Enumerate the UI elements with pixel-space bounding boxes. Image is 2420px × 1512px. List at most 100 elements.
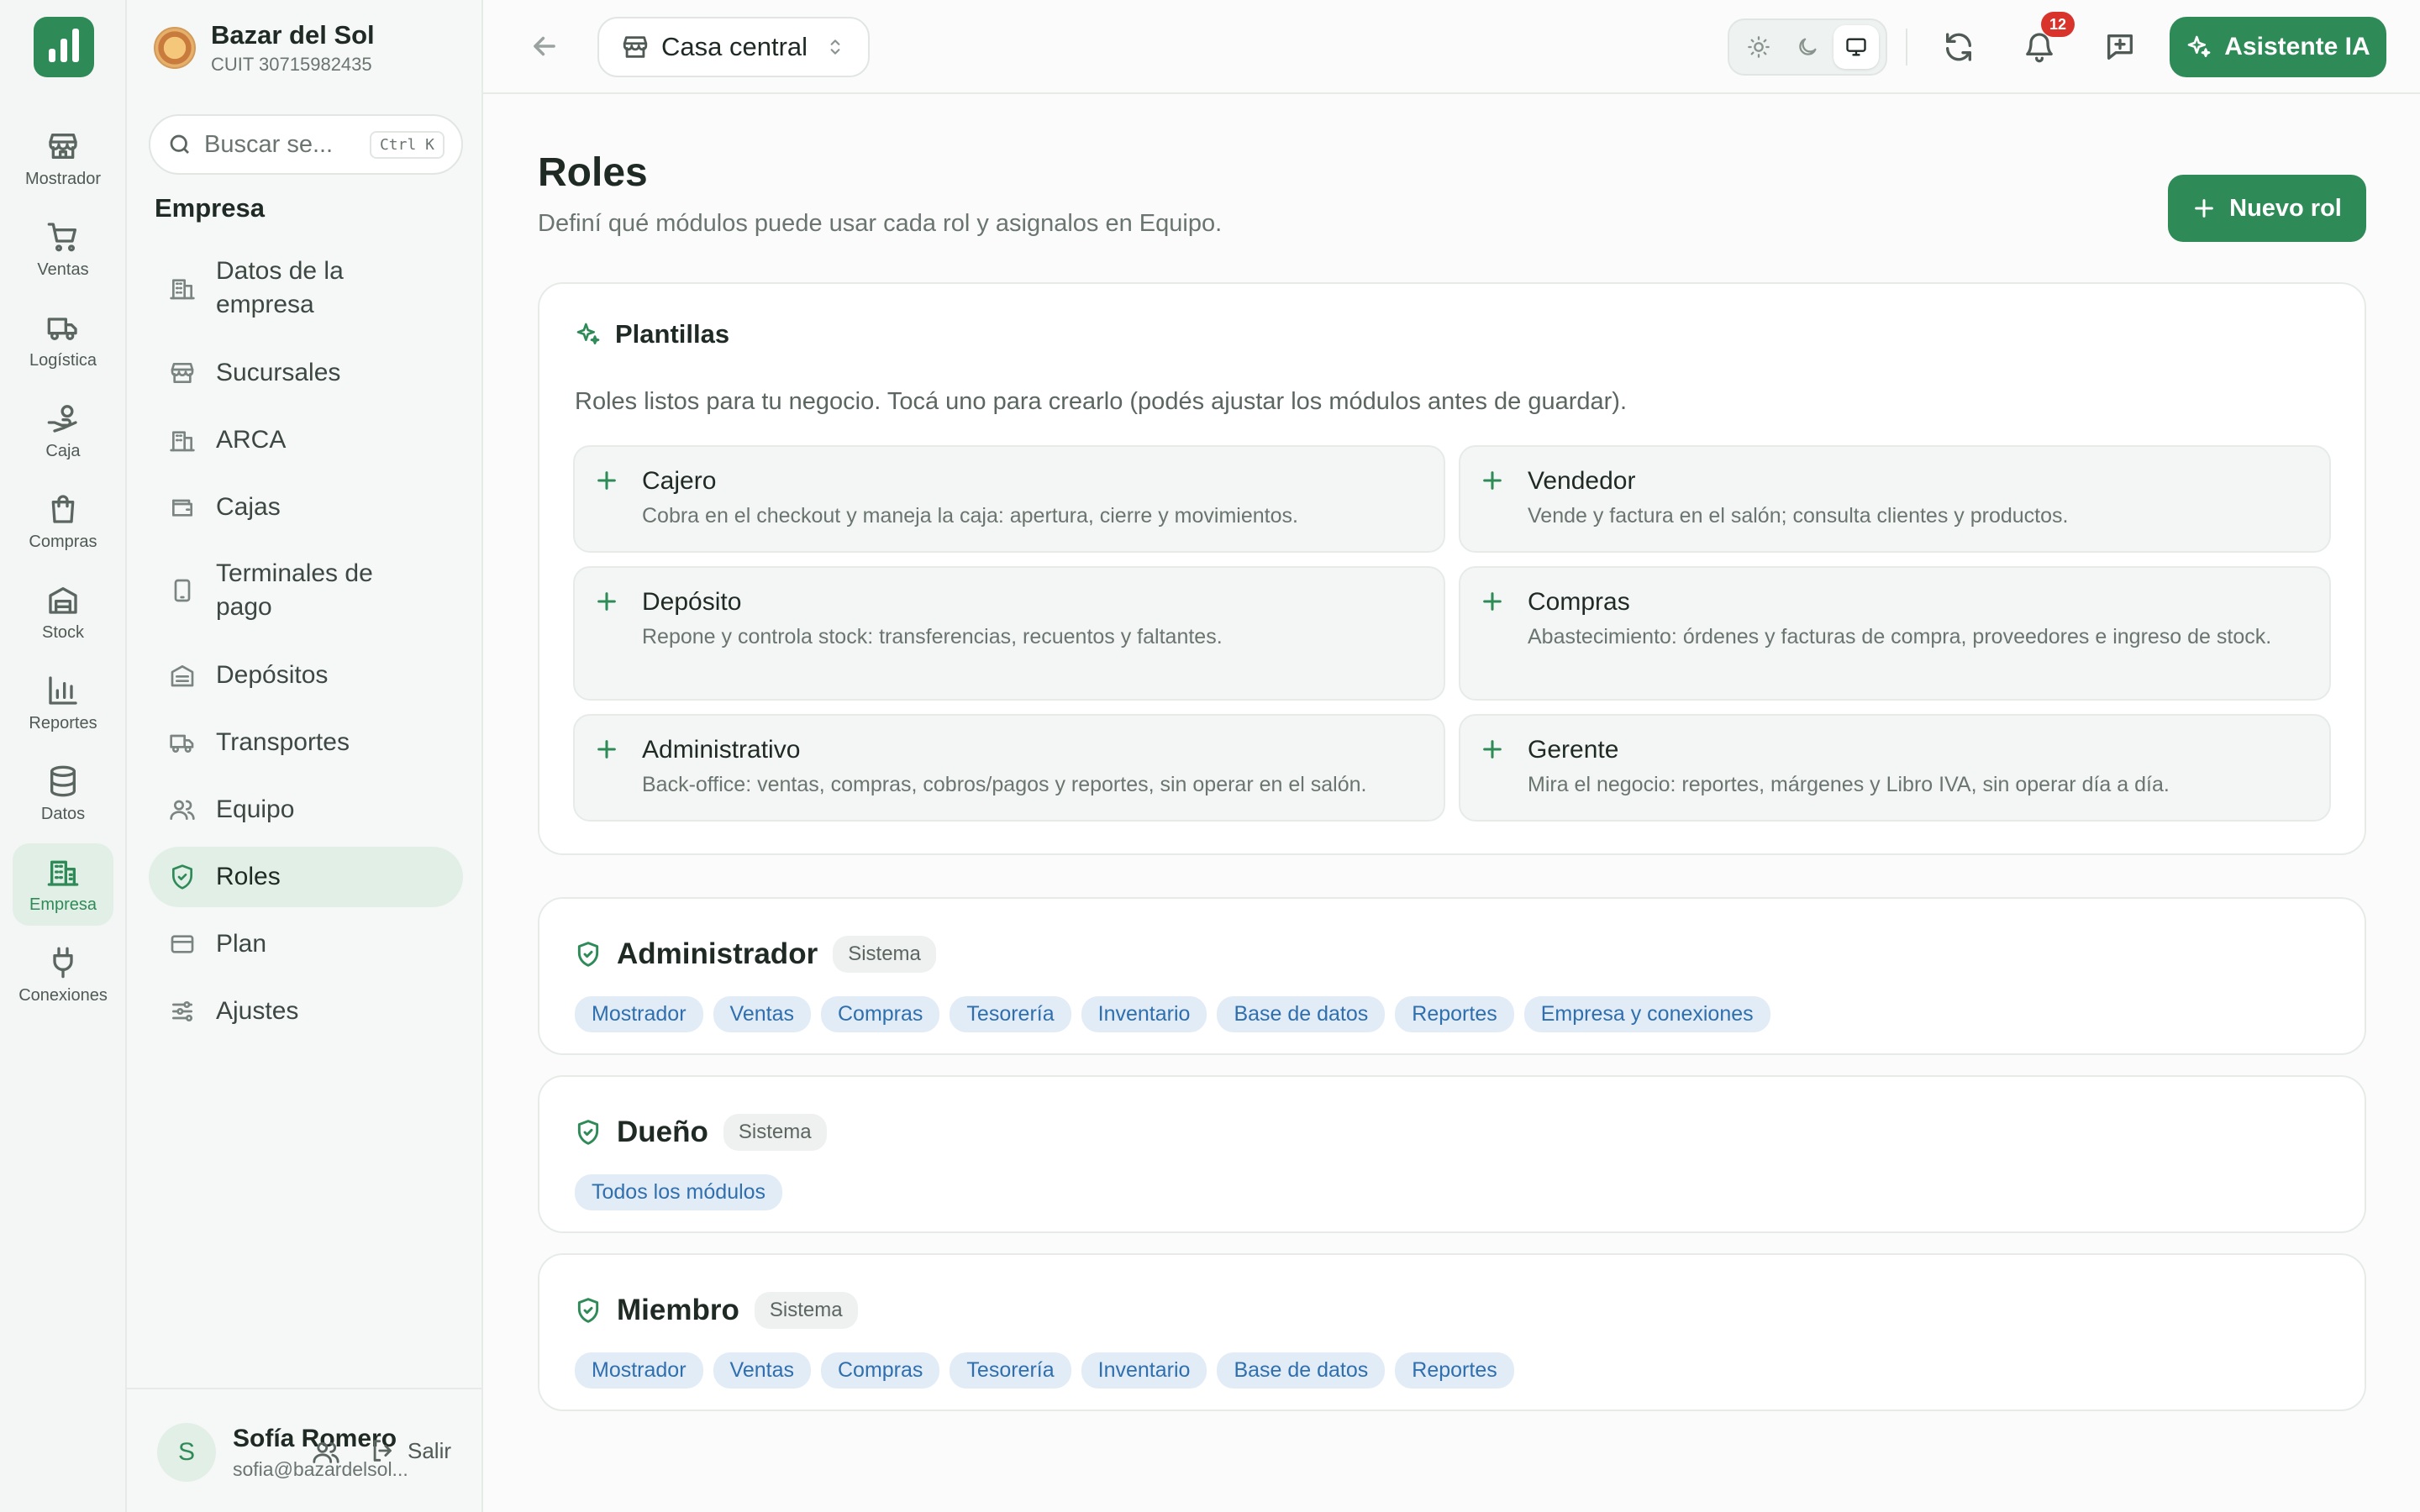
arrow-left-icon: [534, 36, 555, 56]
sidebar-item-roles[interactable]: Roles: [149, 847, 463, 907]
users-icon: [313, 1441, 339, 1463]
shield-check-icon: [577, 942, 599, 967]
system-badge: Sistema: [754, 1292, 858, 1329]
plug-icon: [53, 947, 73, 978]
template-description: Abastecimiento: órdenes y facturas de co…: [1528, 625, 2272, 648]
sidebar-item-label: Cajas: [216, 493, 281, 521]
building-icon: [47, 860, 79, 886]
ai-assistant-label: Asistente IA: [2224, 33, 2370, 60]
switch-user-button[interactable]: [312, 1438, 340, 1471]
new-role-button[interactable]: Nuevo rol: [2168, 175, 2366, 242]
back-button[interactable]: [529, 30, 560, 66]
sidebar-item-terminales[interactable]: Terminales de pago: [149, 554, 463, 627]
module-chip: Reportes: [1395, 1352, 1514, 1389]
truck-icon: [47, 317, 77, 340]
brand-name: Bazar del Sol: [211, 20, 375, 50]
notifications-badge: 12: [2041, 12, 2075, 37]
refresh-button[interactable]: [1942, 30, 1975, 68]
avatar[interactable]: S: [157, 1423, 216, 1482]
sidebar-item-plan[interactable]: Plan: [149, 914, 463, 974]
template-compras[interactable]: Compras Abastecimiento: órdenes y factur…: [1459, 566, 2331, 701]
rail-item-empresa[interactable]: Empresa: [13, 843, 113, 926]
role-card-miembro[interactable]: Miembro Sistema Mostrador Ventas Compras…: [538, 1253, 2366, 1411]
brand-cuit: CUIT 30715982435: [211, 54, 372, 75]
new-role-label: Nuevo rol: [2229, 194, 2342, 222]
chevrons-up-down-icon: [830, 39, 840, 55]
theme-system-button[interactable]: [1833, 25, 1879, 69]
module-chip: Base de datos: [1217, 1352, 1386, 1389]
page-title: Roles: [538, 150, 648, 195]
moon-icon: [1799, 38, 1817, 55]
sidebar-item-label: Roles: [216, 863, 281, 890]
module-chip: Inventario: [1081, 1352, 1207, 1389]
role-card-dueno[interactable]: Dueño Sistema Todos los módulos: [538, 1075, 2366, 1233]
rail-item-reportes[interactable]: Reportes: [13, 662, 113, 744]
warehouse-icon: [49, 586, 77, 614]
sidebar-item-label: Sucursales: [216, 359, 341, 386]
template-description: Back-office: ventas, compras, cobros/pag…: [642, 773, 1367, 796]
sidebar-item-depositos[interactable]: Depósitos: [149, 645, 463, 706]
refresh-icon: [1946, 33, 1971, 61]
rail-item-label: Stock: [41, 622, 85, 642]
templates-title: Plantillas: [615, 319, 730, 349]
sidebar-section-title: Empresa: [155, 193, 265, 223]
sidebar-item-sucursales[interactable]: Sucursales: [149, 343, 463, 403]
hand-coins-icon: [47, 404, 77, 433]
cart-icon: [47, 222, 77, 251]
template-vendedor[interactable]: Vendedor Vende y factura en el salón; co…: [1459, 445, 2331, 553]
sidebar-item-cajas[interactable]: Cajas: [149, 477, 463, 538]
sidebar-item-label: ARCA: [216, 426, 287, 454]
sidebar-item-arca[interactable]: ARCA: [149, 410, 463, 470]
role-header: Dueño Sistema: [575, 1114, 827, 1151]
top-bar: Casa central 12 Asistente IA: [483, 0, 2420, 94]
system-badge: Sistema: [833, 936, 936, 973]
module-chip: Empresa y conexiones: [1523, 996, 1770, 1032]
rail-item-label: Caja: [45, 441, 81, 460]
templates-header: Plantillas: [575, 319, 729, 349]
brand-switcher[interactable]: Bazar del Sol CUIT 30715982435: [154, 20, 375, 76]
sidebar-item-label: Ajustes: [216, 997, 299, 1025]
plus-icon: [1481, 469, 1507, 496]
rail-item-mostrador[interactable]: Mostrador: [13, 118, 113, 200]
bag-icon: [51, 494, 75, 523]
rail-item-logistica[interactable]: Logística: [13, 299, 113, 381]
store-icon: [49, 133, 77, 159]
templates-description: Roles listos para tu negocio. Tocá uno p…: [575, 388, 1628, 415]
truck-icon: [170, 734, 194, 753]
feedback-button[interactable]: [2103, 30, 2137, 68]
rail-item-ventas[interactable]: Ventas: [13, 208, 113, 291]
sidebar-search-input[interactable]: Buscar se... Ctrl K: [149, 114, 463, 175]
template-administrativo[interactable]: Administrativo Back-office: ventas, comp…: [573, 714, 1445, 822]
page-subtitle: Definí qué módulos puede usar cada rol y…: [538, 210, 1223, 237]
role-card-administrador[interactable]: Administrador Sistema Mostrador Ventas C…: [538, 897, 2366, 1055]
theme-light-button[interactable]: [1736, 25, 1781, 69]
role-header: Miembro Sistema: [575, 1292, 858, 1329]
template-description: Repone y controla stock: transferencias,…: [642, 625, 1223, 648]
module-chip: Tesorería: [950, 996, 1071, 1032]
theme-switcher: [1728, 18, 1887, 76]
rail-item-conexiones[interactable]: Conexiones: [13, 934, 113, 1016]
message-plus-icon: [2107, 34, 2133, 60]
sidebar-item-transportes[interactable]: Transportes: [149, 712, 463, 773]
rail-item-label: Datos: [40, 804, 86, 823]
theme-dark-button[interactable]: [1785, 25, 1830, 69]
sidebar-item-datos-empresa[interactable]: Datos de la empresa: [149, 252, 463, 324]
template-gerente[interactable]: Gerente Mira el negocio: reportes, márge…: [1459, 714, 2331, 822]
shield-check-icon: [577, 1298, 599, 1323]
warehouse-icon: [171, 665, 194, 687]
app-logo-icon[interactable]: [34, 17, 94, 77]
rail-item-compras[interactable]: Compras: [13, 480, 113, 563]
rail-item-caja[interactable]: Caja: [13, 390, 113, 472]
template-deposito[interactable]: Depósito Repone y controla stock: transf…: [573, 566, 1445, 701]
rail-item-label: Conexiones: [18, 985, 108, 1005]
plus-icon: [2195, 199, 2213, 218]
rail-item-stock[interactable]: Stock: [13, 571, 113, 654]
sidebar-item-ajustes[interactable]: Ajustes: [149, 981, 463, 1042]
template-cajero[interactable]: Cajero Cobra en el checkout y maneja la …: [573, 445, 1445, 553]
branch-selector[interactable]: Casa central: [597, 17, 870, 77]
sidebar-item-label: Equipo: [216, 795, 295, 823]
logout-button[interactable]: Salir: [369, 1436, 451, 1465]
sidebar-item-equipo[interactable]: Equipo: [149, 780, 463, 840]
rail-item-datos[interactable]: Datos: [13, 753, 113, 835]
ai-assistant-button[interactable]: Asistente IA: [2170, 17, 2386, 77]
